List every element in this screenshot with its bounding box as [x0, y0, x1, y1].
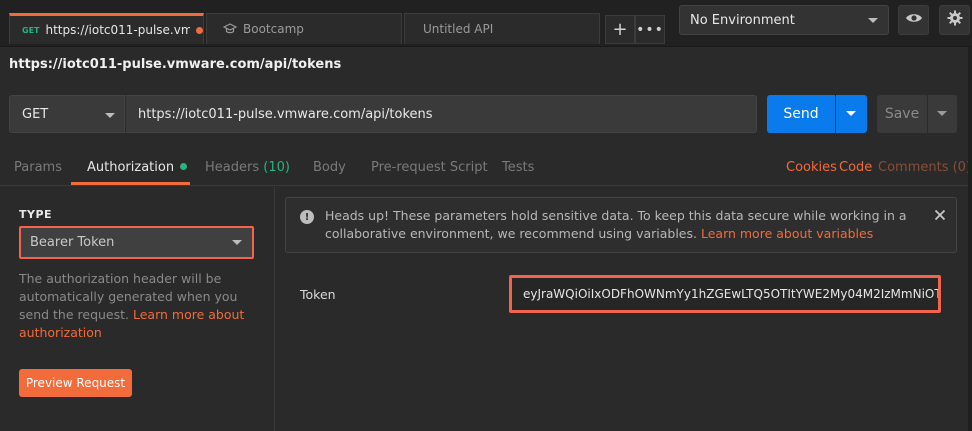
cookies-link[interactable]: Cookies — [786, 160, 837, 175]
auth-description: The authorization header will be automat… — [19, 270, 259, 342]
chevron-down-icon — [232, 240, 242, 245]
code-link[interactable]: Code — [839, 160, 872, 175]
plus-icon: + — [612, 18, 628, 40]
request-subtabs: Params Authorization Headers (10) Body P… — [0, 150, 972, 186]
tab-authorization-label: Authorization — [87, 160, 175, 175]
auth-type-label: TYPE — [19, 208, 53, 221]
auth-type-value: Bearer Token — [30, 235, 115, 250]
tab-tests[interactable]: Tests — [502, 160, 534, 175]
chevron-down-icon — [868, 18, 878, 23]
tab-authorization[interactable]: Authorization — [87, 160, 188, 175]
preview-request-label: Preview Request — [25, 376, 126, 390]
panel-divider — [274, 187, 275, 431]
active-tab-indicator — [71, 182, 190, 185]
send-button[interactable]: Send — [767, 95, 835, 133]
send-options-button[interactable] — [836, 95, 867, 133]
new-tab-button[interactable]: + — [605, 15, 635, 44]
tab-bootcamp[interactable]: Bootcamp — [206, 13, 402, 44]
top-tab-bar: GET https://iotc011-pulse.vmwa Bootcamp … — [0, 0, 972, 47]
close-icon[interactable] — [934, 209, 946, 221]
send-button-label: Send — [783, 106, 819, 122]
manage-environments-button[interactable] — [939, 5, 970, 35]
save-button[interactable]: Save — [877, 95, 927, 133]
tab-headers-label: Headers — [205, 160, 260, 175]
preview-request-button[interactable]: Preview Request — [19, 369, 132, 397]
environment-select-value: No Environment — [690, 12, 795, 28]
chevron-down-icon — [937, 111, 947, 116]
chevron-down-icon — [846, 111, 856, 116]
environment-quick-look-button[interactable] — [898, 5, 929, 35]
tab-prerequest-script[interactable]: Pre-request Script — [371, 160, 488, 175]
tab-title: https://iotc011-pulse.vmwa — [45, 23, 191, 37]
tab-untitled-api[interactable]: Untitled API — [404, 13, 600, 44]
token-label: Token — [300, 287, 336, 302]
notice-text: Heads up! These parameters hold sensitiv… — [325, 207, 925, 243]
window-edge — [968, 47, 972, 431]
unsaved-indicator — [196, 26, 203, 34]
tab-params[interactable]: Params — [14, 160, 62, 175]
headers-count: (10) — [263, 160, 290, 175]
http-method-value: GET — [22, 106, 49, 122]
more-horizontal-icon: ••• — [636, 21, 664, 38]
tab-options-button[interactable]: ••• — [635, 15, 665, 44]
token-input[interactable]: eyJraWQiOiIxODFhOWNmYy1hZGEwLTQ5OTItYWE2… — [509, 275, 941, 313]
request-url-input[interactable]: https://iotc011-pulse.vmware.com/api/tok… — [125, 95, 757, 133]
environment-select[interactable]: No Environment — [679, 5, 889, 35]
tab-title: Untitled API — [423, 22, 494, 36]
request-url-value: https://iotc011-pulse.vmware.com/api/tok… — [138, 106, 433, 122]
http-method-select[interactable]: GET — [9, 95, 125, 133]
graduation-cap-icon — [223, 23, 237, 35]
auth-type-select[interactable]: Bearer Token — [19, 226, 254, 259]
chevron-down-icon — [105, 113, 115, 118]
gear-icon — [947, 10, 963, 30]
tab-method-badge: GET — [22, 25, 40, 35]
sensitive-data-notice: ! Heads up! These parameters hold sensit… — [285, 197, 957, 253]
comments-link[interactable]: Comments (0) — [878, 160, 971, 175]
eye-icon — [905, 12, 923, 28]
alert-icon: ! — [300, 210, 314, 224]
tab-title: Bootcamp — [243, 22, 304, 36]
save-options-button[interactable] — [928, 95, 957, 133]
tab-headers[interactable]: Headers (10) — [205, 160, 290, 175]
auth-set-indicator — [180, 163, 188, 170]
tab-body[interactable]: Body — [313, 160, 346, 175]
request-name[interactable]: https://iotc011-pulse.vmware.com/api/tok… — [9, 57, 341, 72]
tab-request-tokens[interactable]: GET https://iotc011-pulse.vmwa — [9, 13, 204, 44]
save-button-label: Save — [884, 106, 920, 122]
learn-more-variables-link[interactable]: Learn more about variables — [701, 226, 873, 241]
